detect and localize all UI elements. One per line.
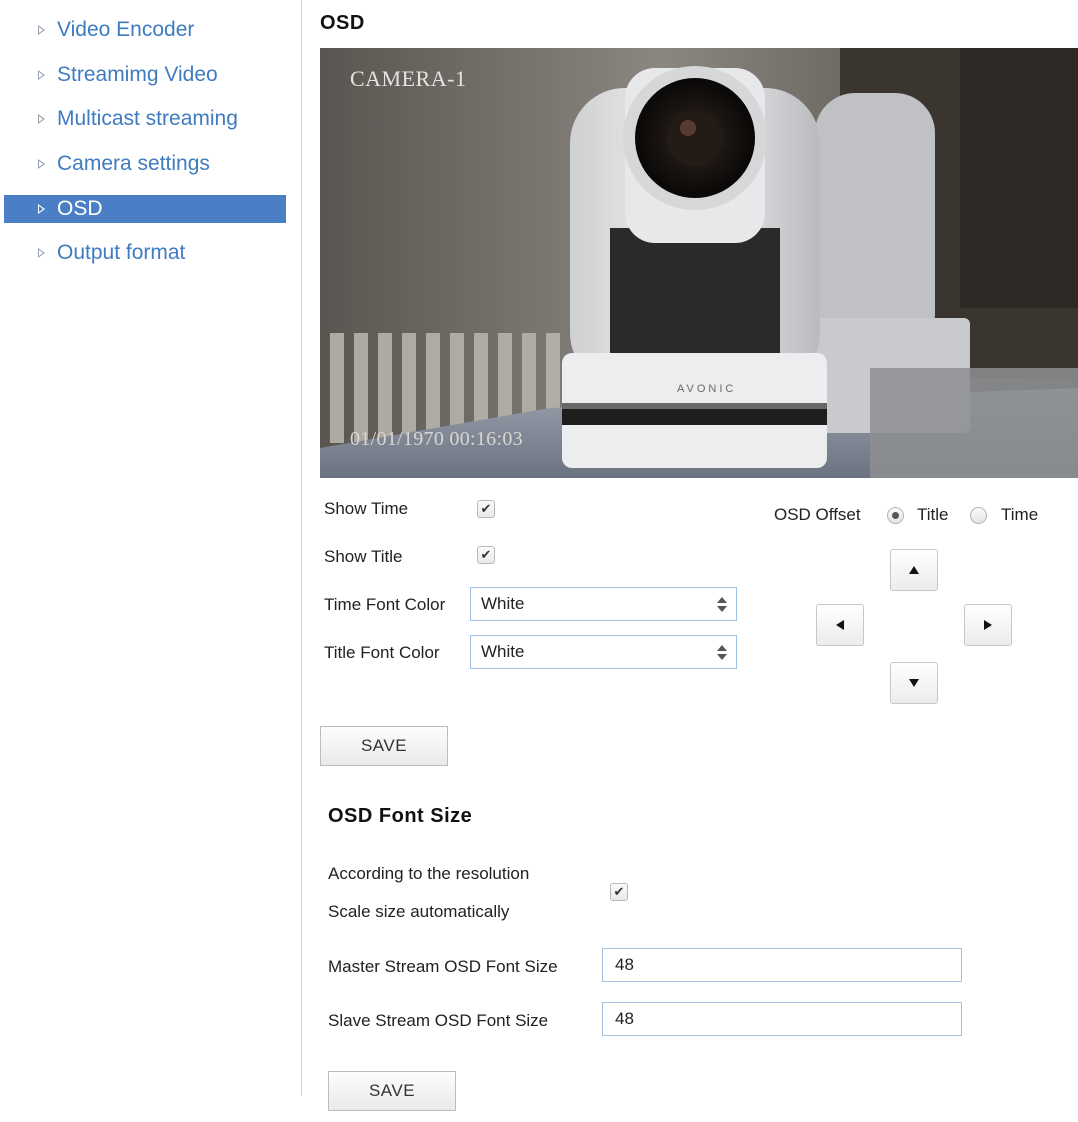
select-arrows-icon [716, 643, 728, 663]
title-font-color-label: Title Font Color [324, 643, 440, 662]
offset-title-label: Title [917, 505, 949, 524]
sidebar-item-streaming-video[interactable]: Streamimg Video [4, 61, 286, 89]
arrow-left-icon [836, 620, 844, 630]
sidebar-item-label: Camera settings [57, 152, 210, 175]
check-icon: ✔ [480, 547, 492, 562]
master-font-size-label: Master Stream OSD Font Size [328, 957, 558, 976]
main-content: OSD CAMERA-1 AVONIC 01/01/1970 00:16:03 … [302, 0, 1078, 1122]
font-size-save-button[interactable]: SAVE [328, 1071, 456, 1111]
chevron-right-icon [38, 159, 45, 169]
chevron-right-icon [38, 70, 45, 80]
offset-left-button[interactable] [816, 604, 864, 646]
camera-preview-image [320, 48, 1078, 478]
offset-title-radio[interactable] [887, 507, 904, 524]
auto-scale-label-line2: Scale size automatically [328, 902, 510, 921]
select-value: White [481, 594, 525, 613]
sidebar-item-label: Output format [57, 241, 186, 264]
sidebar-item-multicast-streaming[interactable]: Multicast streaming [4, 105, 286, 133]
show-title-label: Show Title [324, 547, 403, 566]
slave-font-size-label: Slave Stream OSD Font Size [328, 1011, 549, 1030]
sidebar-item-camera-settings[interactable]: Camera settings [4, 150, 286, 178]
font-size-section-title: OSD Font Size [328, 805, 473, 827]
sidebar-item-video-encoder[interactable]: Video Encoder [4, 16, 286, 44]
offset-time-label: Time [1001, 505, 1039, 524]
auto-scale-checkbox[interactable]: ✔ [610, 883, 628, 901]
sidebar-item-label: Video Encoder [57, 18, 195, 41]
chevron-right-icon [38, 248, 45, 258]
offset-up-button[interactable] [890, 549, 938, 591]
show-time-label: Show Time [324, 499, 409, 518]
arrow-right-icon [984, 620, 992, 630]
auto-scale-label-line1: According to the resolution [328, 864, 530, 883]
sidebar-item-label: Streamimg Video [57, 63, 218, 86]
arrow-down-icon [909, 679, 919, 687]
camera-brand-label: AVONIC [677, 383, 737, 395]
osd-title-overlay: CAMERA-1 [350, 66, 467, 91]
time-font-color-label: Time Font Color [324, 595, 446, 614]
sidebar-item-label: Multicast streaming [57, 107, 238, 130]
check-icon: ✔ [480, 501, 492, 516]
check-icon: ✔ [613, 884, 625, 899]
sidebar: Video Encoder Streamimg Video Multicast … [0, 0, 290, 1122]
chevron-right-icon [38, 114, 45, 124]
page-title: OSD [320, 12, 365, 34]
master-font-size-input[interactable]: 48 [602, 948, 962, 982]
show-time-checkbox[interactable]: ✔ [477, 500, 495, 518]
sidebar-item-osd[interactable]: OSD [4, 195, 286, 223]
sidebar-item-label: OSD [57, 197, 103, 220]
show-title-checkbox[interactable]: ✔ [477, 546, 495, 564]
select-value: White [481, 642, 525, 661]
chevron-right-icon [38, 204, 45, 214]
camera-preview: CAMERA-1 AVONIC 01/01/1970 00:16:03 [320, 48, 1078, 478]
osd-offset-label: OSD Offset [774, 505, 861, 524]
title-font-color-select[interactable]: White [470, 635, 737, 669]
osd-save-button[interactable]: SAVE [320, 726, 448, 766]
select-arrows-icon [716, 595, 728, 615]
offset-time-radio[interactable] [970, 507, 987, 524]
chevron-right-icon [38, 25, 45, 35]
sidebar-item-output-format[interactable]: Output format [4, 239, 286, 267]
time-font-color-select[interactable]: White [470, 587, 737, 621]
slave-font-size-input[interactable]: 48 [602, 1002, 962, 1036]
arrow-up-icon [909, 566, 919, 574]
offset-right-button[interactable] [964, 604, 1012, 646]
osd-time-overlay: 01/01/1970 00:16:03 [350, 428, 523, 450]
offset-down-button[interactable] [890, 662, 938, 704]
